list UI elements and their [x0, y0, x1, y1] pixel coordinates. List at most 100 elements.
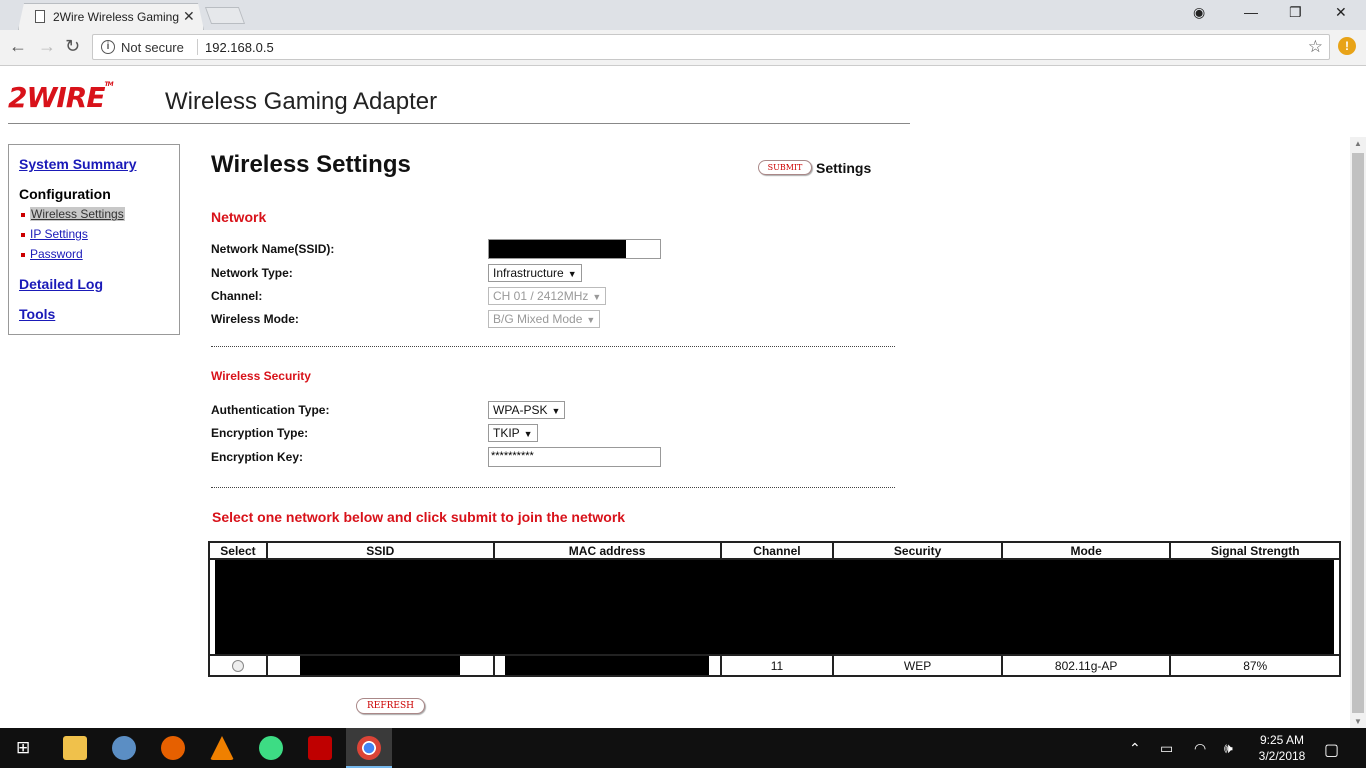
dotted-divider — [211, 487, 895, 488]
info-icon[interactable]: i — [101, 40, 115, 54]
header-divider — [8, 123, 910, 124]
url-text[interactable]: 192.168.0.5 — [205, 40, 274, 55]
sidebar-item-password[interactable]: Password — [30, 247, 83, 261]
scroll-down-icon[interactable]: ▼ — [1354, 717, 1362, 726]
page-title: Wireless Settings — [211, 151, 411, 178]
profile-icon[interactable]: ◉ — [1193, 4, 1205, 21]
back-icon[interactable]: ← — [9, 36, 27, 57]
browser-toolbar: ← → ↻ i Not secure 192.168.0.5 ☆ ! — [0, 30, 1366, 66]
sidebar-item-detailed-log[interactable]: Detailed Log — [19, 276, 103, 292]
wireless-mode-select: B/G Mixed Mode ▼ — [488, 310, 601, 328]
sidebar-heading-configuration: Configuration — [19, 186, 111, 202]
redaction-block — [215, 560, 1334, 654]
network-table: Select SSID MAC address Channel Security… — [208, 541, 1341, 677]
signal-cell: 87% — [1169, 654, 1341, 677]
firefox-icon[interactable] — [161, 736, 185, 760]
network-type-label: Network Type: — [211, 266, 293, 280]
close-window-icon[interactable]: ✕ — [1335, 4, 1347, 21]
redacted-ssid — [300, 656, 461, 675]
close-tab-icon[interactable]: ✕ — [183, 8, 195, 25]
notifications-icon[interactable]: ▢ — [1324, 740, 1339, 760]
show-hidden-icons-icon[interactable]: ⌃ — [1129, 740, 1141, 757]
divider — [197, 39, 198, 55]
auth-type-select[interactable]: WPA-PSK ▼ — [488, 401, 566, 419]
sidebar-nav: System Summary Configuration Wireless Se… — [8, 144, 180, 335]
column-header-mac: MAC address — [492, 541, 722, 560]
windows-taskbar: ⊞ ⌃ ▭ ◠ 🕪 9:25 AM 3/2/2018 ▢ — [0, 728, 1366, 768]
bullet-icon — [21, 253, 25, 257]
reload-icon[interactable]: ↻ — [65, 36, 80, 57]
network-type-select[interactable]: Infrastructure ▼ — [488, 264, 582, 282]
dotted-divider — [211, 346, 895, 347]
redacted-mac — [505, 656, 710, 675]
column-header-channel: Channel — [719, 541, 835, 560]
tab-title: 2Wire Wireless Gaming A — [53, 10, 181, 24]
extension-icon[interactable]: ! — [1338, 37, 1356, 55]
sidebar-item-ip-settings[interactable]: IP Settings — [30, 227, 88, 241]
refresh-button[interactable]: REFRESH — [356, 698, 425, 714]
network-section-title: Network — [211, 209, 267, 225]
sidebar-item-wireless-settings[interactable]: Wireless Settings — [30, 207, 125, 221]
dropdown-arrow-icon: ▼ — [523, 429, 533, 439]
file-explorer-icon[interactable] — [63, 736, 87, 760]
sidebar-item-system-summary[interactable]: System Summary — [19, 156, 137, 172]
table-header-row: Select SSID MAC address Channel Security… — [208, 541, 1341, 560]
android-icon[interactable] — [259, 736, 283, 760]
vlc-icon[interactable] — [210, 736, 234, 760]
date: 3/2/2018 — [1258, 749, 1306, 763]
mode-cell: 802.11g-AP — [1000, 654, 1172, 677]
mac-cell — [492, 654, 722, 677]
select-cell — [208, 654, 268, 677]
security-section-title: Wireless Security — [211, 369, 311, 383]
channel-label: Channel: — [211, 289, 263, 303]
page-content: 2WIRETM Wireless Gaming Adapter System S… — [0, 67, 1350, 728]
table-row-redacted — [208, 558, 1341, 656]
bullet-icon — [21, 213, 25, 217]
forward-icon[interactable]: → — [38, 36, 56, 57]
battery-icon[interactable]: ▭ — [1160, 740, 1173, 757]
encryption-type-label: Encryption Type: — [211, 426, 309, 440]
bookmark-star-icon[interactable]: ☆ — [1308, 37, 1323, 57]
encryption-type-select[interactable]: TKIP ▼ — [488, 424, 538, 442]
channel-cell: 11 — [719, 654, 835, 677]
column-header-mode: Mode — [1000, 541, 1172, 560]
volume-icon[interactable]: 🕪 — [1224, 740, 1233, 757]
bullet-icon — [21, 233, 25, 237]
column-header-ssid: SSID — [265, 541, 495, 560]
browser-tab-bar: 2Wire Wireless Gaming A ✕ ◉ — ❐ ✕ — [0, 0, 1366, 30]
app-title: Wireless Gaming Adapter — [165, 88, 438, 115]
maximize-icon[interactable]: ❐ — [1289, 4, 1302, 21]
ssid-field[interactable] — [488, 239, 661, 259]
browser-tab[interactable]: 2Wire Wireless Gaming A ✕ — [18, 3, 204, 30]
network-icon[interactable] — [112, 736, 136, 760]
select-radio[interactable] — [231, 660, 244, 673]
column-header-select: Select — [208, 541, 268, 560]
encryption-key-input[interactable]: ********** — [488, 447, 661, 467]
table-row[interactable]: 11 WEP 802.11g-AP 87% — [208, 654, 1341, 677]
redacted-rows — [208, 558, 1341, 656]
sidebar-item-tools[interactable]: Tools — [19, 306, 55, 322]
submit-button[interactable]: SUBMIT — [758, 160, 812, 175]
clock[interactable]: 9:25 AM 3/2/2018 — [1252, 732, 1312, 764]
page-scrollbar[interactable]: ▲ ▼ — [1350, 137, 1366, 728]
chrome-icon[interactable] — [357, 736, 381, 760]
wireless-mode-label: Wireless Mode: — [211, 312, 299, 326]
page-icon — [35, 10, 45, 23]
redacted-ssid — [489, 240, 626, 258]
wifi-icon[interactable]: ◠ — [1194, 740, 1206, 757]
security-label: Not secure — [121, 40, 184, 55]
windows-start-icon[interactable]: ⊞ — [16, 738, 30, 758]
submit-label: Settings — [816, 160, 872, 176]
dropdown-arrow-icon: ▼ — [592, 292, 602, 302]
scroll-up-icon[interactable]: ▲ — [1354, 139, 1362, 148]
scrollbar-thumb[interactable] — [1352, 153, 1364, 713]
minimize-icon[interactable]: — — [1244, 4, 1258, 20]
brand-logo: 2WIRETM — [8, 81, 114, 114]
address-bar[interactable]: i Not secure 192.168.0.5 ☆ — [92, 34, 1330, 60]
time: 9:25 AM — [1259, 733, 1305, 747]
new-tab-button[interactable] — [204, 7, 246, 24]
channel-select: CH 01 / 2412MHz ▼ — [488, 287, 607, 305]
ssid-label: Network Name(SSID): — [211, 242, 335, 256]
column-header-signal: Signal Strength — [1169, 541, 1341, 560]
filezilla-icon[interactable] — [308, 736, 332, 760]
